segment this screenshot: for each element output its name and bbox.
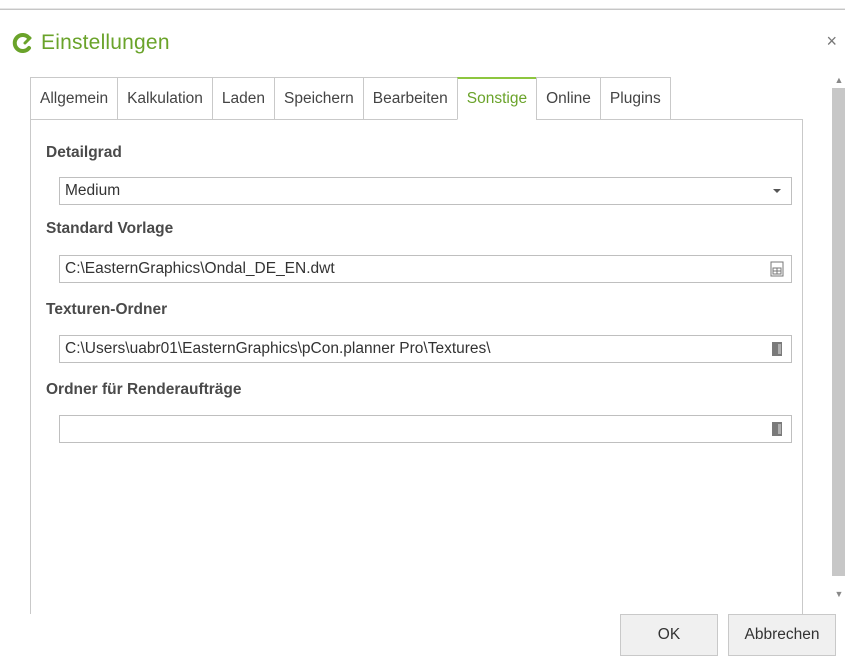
vertical-scrollbar[interactable]: ▲ ▼ [832, 72, 845, 612]
textures-folder-label: Texturen-Ordner [46, 301, 168, 318]
tab-online[interactable]: Online [536, 77, 600, 120]
scroll-down-icon[interactable]: ▼ [833, 588, 845, 600]
cancel-button[interactable]: Abbrechen [728, 614, 836, 656]
detail-level-value: Medium [65, 182, 121, 199]
tab-allgemein[interactable]: Allgemein [30, 77, 118, 120]
tab-bearbeiten[interactable]: Bearbeiten [362, 77, 457, 120]
default-template-field[interactable]: C:\EasternGraphics\Ondal_DE_EN.dwt [59, 255, 792, 283]
default-template-label: Standard Vorlage [46, 220, 174, 237]
detail-level-label: Detailgrad [46, 144, 122, 161]
chevron-down-icon[interactable] [763, 178, 791, 204]
ok-button[interactable]: OK [620, 614, 718, 656]
dialog-title: Einstellungen [41, 31, 170, 54]
tab-kalkulation[interactable]: Kalkulation [117, 77, 212, 120]
tab-sonstige[interactable]: Sonstige [456, 77, 537, 120]
dialog-header: Einstellungen [12, 28, 170, 58]
close-icon[interactable]: × [826, 31, 837, 51]
render-jobs-folder-label: Ordner für Renderaufträge [46, 381, 242, 398]
scroll-up-icon[interactable]: ▲ [833, 74, 845, 86]
textures-folder-field[interactable]: C:\Users\uabr01\EasternGraphics\pCon.pla… [59, 335, 792, 363]
scrollbar-thumb[interactable] [832, 88, 845, 576]
window-top-border [0, 0, 845, 10]
folder-browse-icon[interactable] [763, 336, 791, 362]
pcon-logo-icon [12, 33, 32, 53]
default-template-value: C:\EasternGraphics\Ondal_DE_EN.dwt [65, 260, 335, 277]
detail-level-select[interactable]: Medium [59, 177, 792, 205]
tab-laden[interactable]: Laden [211, 77, 274, 120]
render-jobs-folder-field[interactable] [59, 415, 792, 443]
textures-folder-value: C:\Users\uabr01\EasternGraphics\pCon.pla… [65, 340, 491, 357]
tab-speichern[interactable]: Speichern [274, 77, 363, 120]
tab-bar: Allgemein Kalkulation Laden Speichern Be… [30, 77, 671, 120]
file-browse-icon[interactable] [763, 256, 791, 282]
folder-browse-icon[interactable] [763, 416, 791, 442]
tab-plugins[interactable]: Plugins [599, 77, 671, 120]
